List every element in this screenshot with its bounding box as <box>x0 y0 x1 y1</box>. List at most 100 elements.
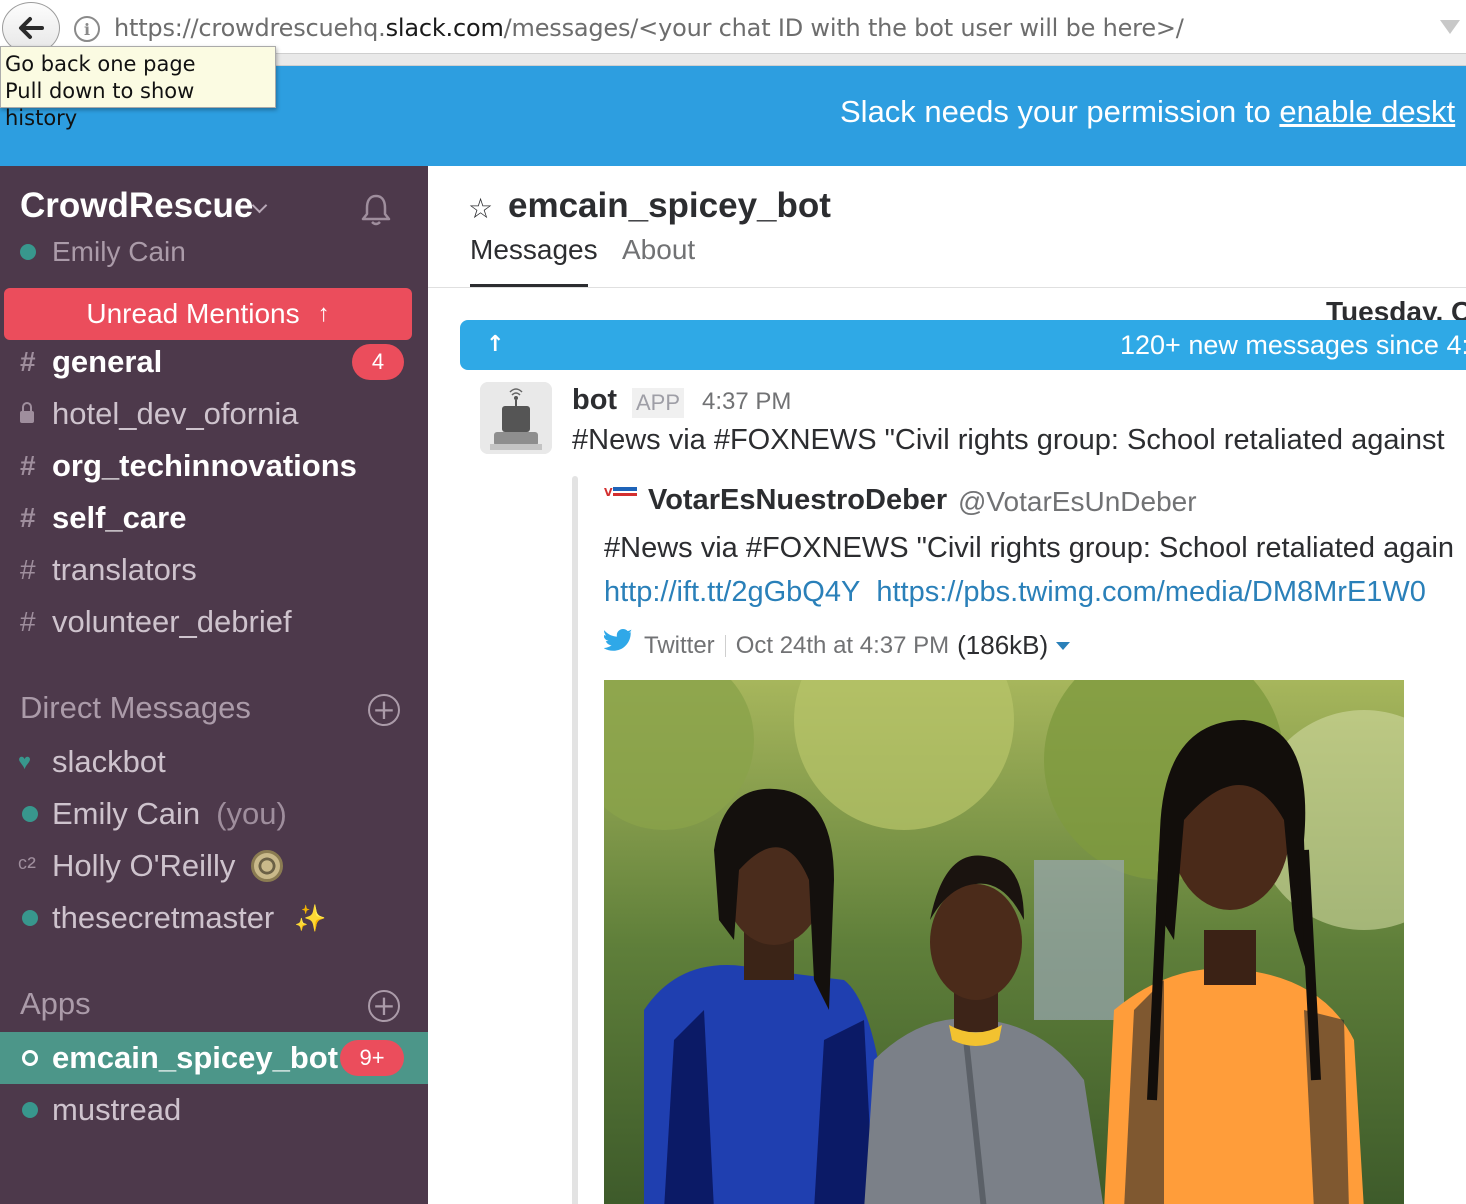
info-icon[interactable]: i <box>74 16 100 42</box>
direct-messages-heading[interactable]: Direct Messages <box>20 690 251 726</box>
unread-count-badge: 9+ <box>340 1040 404 1076</box>
presence-active-icon <box>22 910 38 926</box>
channel-hotel-dev-ofornia[interactable]: hotel_dev_ofornia <box>0 388 428 440</box>
dm-thesecretmaster[interactable]: thesecretmaster ✨ <box>0 892 428 944</box>
votar-logo-icon: V <box>604 484 638 502</box>
attachment-handle[interactable]: @VotarEsUnDeber <box>958 486 1197 518</box>
presence-active-icon <box>22 1102 38 1118</box>
dm-label: thesecretmaster <box>52 900 275 935</box>
channel-label: self_care <box>52 500 187 535</box>
tab-about[interactable]: About <box>622 234 695 266</box>
shared-channel-icon: ᶜ² <box>18 850 36 881</box>
unread-mentions-button[interactable]: Unread Mentions ↑ <box>4 288 412 340</box>
dm-holly-oreilly[interactable]: ᶜ² Holly O'Reilly <box>0 840 428 892</box>
attachment-link[interactable]: https://pbs.twimg.com/media/DM8MrE1W0 <box>876 576 1426 608</box>
banner-text: Slack needs your permission to enable de… <box>840 94 1455 130</box>
message-text: #News via #FOXNEWS "Civil rights group: … <box>572 424 1445 456</box>
dm-label: slackbot <box>52 744 166 779</box>
dm-emily-cain[interactable]: Emily Cain (you) <box>0 788 428 840</box>
you-suffix: (you) <box>216 796 287 831</box>
channel-label: org_techinnovations <box>52 448 357 483</box>
arrow-left-icon <box>19 17 44 39</box>
presence-active-icon <box>20 244 36 260</box>
channel-title: emcain_spicey_bot <box>508 186 831 225</box>
back-button-tooltip: Go back one page Pull down to show histo… <box>0 46 276 130</box>
attachment-link[interactable]: http://ift.tt/2gGbQ4Y <box>604 576 860 608</box>
status-emoji-icon <box>251 850 284 882</box>
channel-self-care[interactable]: # self_care <box>0 492 428 544</box>
user-name: Emily Cain <box>52 236 186 267</box>
tooltip-line: Pull down to show history <box>5 79 195 130</box>
url-scheme: https://crowdrescuehq. <box>114 14 386 42</box>
attachment-service[interactable]: Twitter <box>644 632 715 660</box>
active-tab-indicator <box>470 284 588 287</box>
app-label: mustread <box>52 1092 182 1127</box>
attachment-border <box>572 476 578 1204</box>
attachment-timestamp[interactable]: Oct 24th at 4:37 PM <box>736 632 949 660</box>
message-sender[interactable]: bot <box>572 384 617 417</box>
dm-slackbot[interactable]: ♥ slackbot <box>0 736 428 788</box>
bot-avatar[interactable] <box>480 382 552 454</box>
add-dm-plus-icon[interactable]: + <box>368 694 400 726</box>
new-messages-label: 120+ new messages since 4:37 <box>1120 330 1466 360</box>
url-path: /messages/<your chat ID with the bot use… <box>503 14 1184 42</box>
bell-icon[interactable] <box>358 192 394 228</box>
url-host: slack.com <box>385 14 504 42</box>
unread-count-badge: 4 <box>352 344 404 380</box>
hash-icon: # <box>20 346 36 377</box>
address-field[interactable]: https://crowdrescuehq.slack.com/messages… <box>114 14 1184 42</box>
chevron-down-icon[interactable] <box>251 197 268 214</box>
twitter-icon <box>604 629 633 651</box>
heart-icon: ♥ <box>18 749 32 774</box>
attachment-image[interactable] <box>604 680 1404 1204</box>
app-label: emcain_spicey_bot <box>52 1040 339 1075</box>
attachment-footer: Twitter Oct 24th at 4:37 PM (186kB) <box>644 630 1071 661</box>
team-name[interactable]: CrowdRescue <box>20 186 253 226</box>
photo-illustration <box>604 680 1404 1204</box>
channel-label: general <box>52 344 163 379</box>
attachment-text: #News via #FOXNEWS "Civil rights group: … <box>604 532 1455 564</box>
channel-label: volunteer_debrief <box>52 604 292 639</box>
lock-icon <box>20 402 34 423</box>
current-user[interactable]: Emily Cain <box>20 236 186 268</box>
svg-text:V: V <box>604 486 613 499</box>
tab-messages[interactable]: Messages <box>470 234 598 266</box>
url-history-dropdown-icon[interactable] <box>1440 20 1460 34</box>
new-messages-bar[interactable]: ↑ 120+ new messages since 4:37 <box>460 320 1466 370</box>
app-mustread[interactable]: mustread <box>0 1084 428 1136</box>
dm-label: Holly O'Reilly <box>52 848 236 883</box>
footer-divider <box>724 634 726 657</box>
tooltip-line: Go back one page <box>5 52 196 76</box>
attachment-size: (186kB) <box>957 630 1049 660</box>
banner-message: Slack needs your permission to <box>840 94 1280 129</box>
app-tag-badge: APP <box>632 388 685 418</box>
channel-label: hotel_dev_ofornia <box>52 396 299 431</box>
channel-translators[interactable]: # translators <box>0 544 428 596</box>
apps-heading[interactable]: Apps <box>20 986 91 1022</box>
caret-down-icon[interactable] <box>1056 641 1071 650</box>
star-icon[interactable]: ☆ <box>468 192 493 225</box>
sparkles-icon: ✨ <box>294 902 327 933</box>
channel-header: ☆ emcain_spicey_bot Messages About <box>428 166 1466 288</box>
channel-general[interactable]: # general 4 <box>0 336 428 388</box>
channel-label: translators <box>52 552 197 587</box>
hash-icon: # <box>20 554 36 585</box>
presence-away-icon <box>22 1050 38 1066</box>
hash-icon: # <box>20 606 36 637</box>
hash-icon: # <box>20 450 36 481</box>
arrow-up-icon: ↑ <box>486 332 505 357</box>
message-timestamp[interactable]: 4:37 PM <box>702 388 791 416</box>
app-emcain-spicey-bot[interactable]: emcain_spicey_bot 9+ <box>0 1032 428 1084</box>
dm-label: Emily Cain <box>52 796 201 831</box>
channel-volunteer-debrief[interactable]: # volunteer_debrief <box>0 596 428 648</box>
lock-icon-wrap <box>0 398 52 430</box>
robot-icon <box>480 382 552 454</box>
enable-notifications-link[interactable]: enable deskt <box>1279 94 1455 129</box>
attachment-author[interactable]: VotarEsNuestroDeber <box>648 484 947 517</box>
attachment-links: http://ift.tt/2gGbQ4Y https://pbs.twimg.… <box>604 576 1434 609</box>
sidebar: CrowdRescue Emily Cain Unread Mentions ↑… <box>0 166 428 1204</box>
channel-org-techinnovations[interactable]: # org_techinnovations <box>0 440 428 492</box>
arrow-up-icon: ↑ <box>317 300 330 327</box>
unread-mentions-label: Unread Mentions <box>86 298 300 329</box>
add-app-plus-icon[interactable]: + <box>368 990 400 1022</box>
